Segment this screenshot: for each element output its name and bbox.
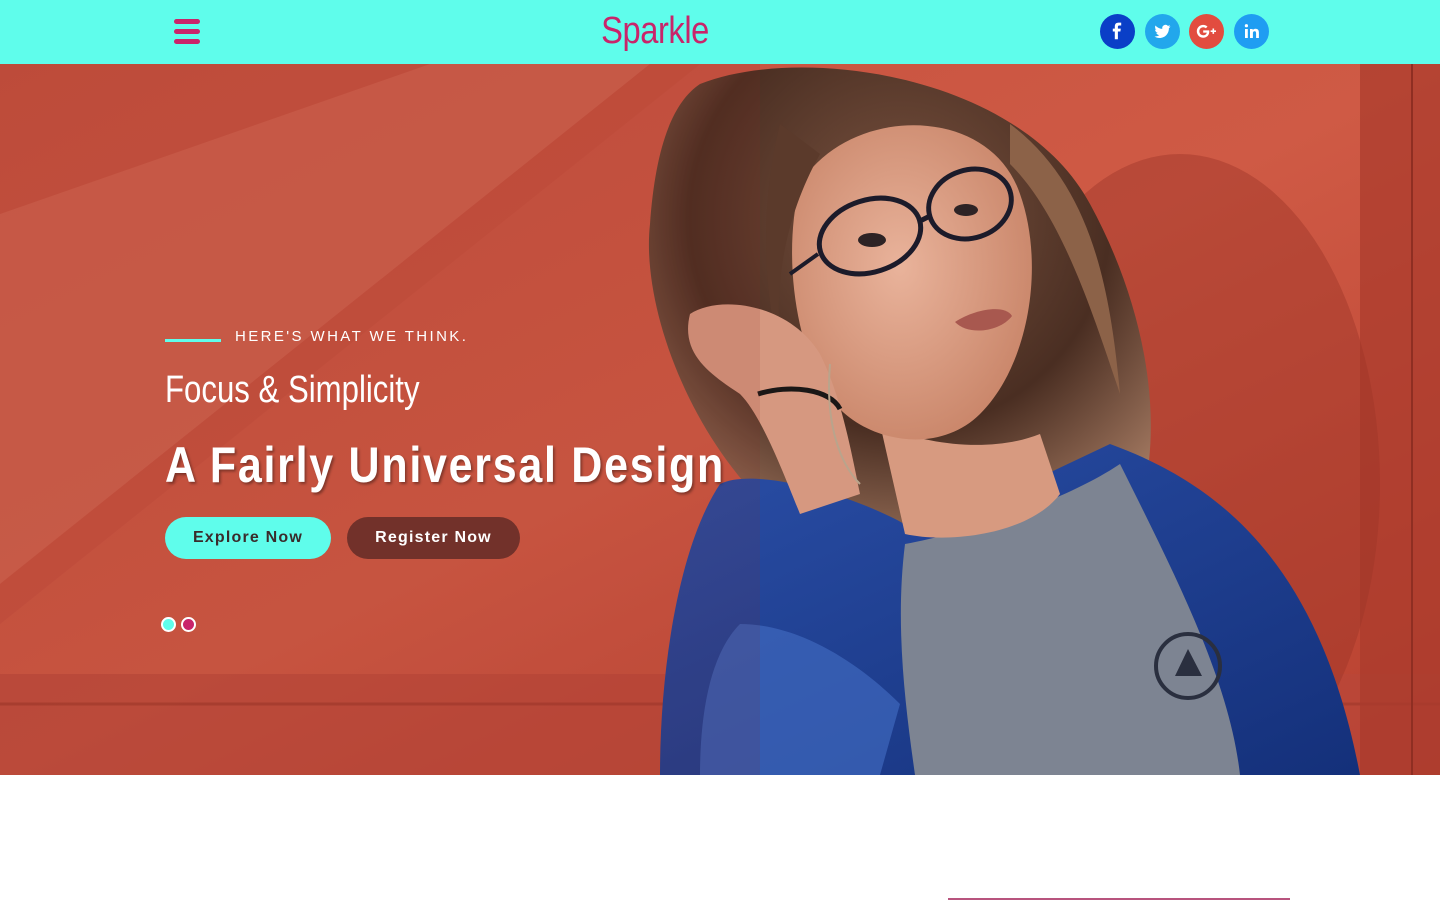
hero-background-image (0, 64, 1440, 775)
hero-slider: HERE'S WHAT WE THINK. Focus & Simplicity… (0, 64, 1440, 775)
hamburger-bar (174, 39, 200, 44)
hero-eyebrow: HERE'S WHAT WE THINK. (235, 328, 469, 345)
facebook-icon (1112, 22, 1122, 40)
explore-now-button[interactable]: Explore Now (165, 517, 331, 559)
twitter-button[interactable] (1145, 14, 1180, 49)
hamburger-menu-icon[interactable] (174, 19, 200, 44)
top-navbar: Sparkle (0, 0, 1440, 64)
site-logo[interactable]: Sparkle (569, 6, 741, 56)
hero-headline: A Fairly Universal Design (165, 437, 725, 493)
eyebrow-accent-line (165, 339, 221, 342)
linkedin-button[interactable] (1234, 14, 1269, 49)
google-plus-button[interactable] (1189, 14, 1224, 49)
twitter-icon (1154, 24, 1171, 38)
hero-subtitle: Focus & Simplicity (165, 369, 420, 411)
slider-dot-1[interactable] (161, 617, 176, 632)
hamburger-bar (174, 29, 200, 34)
google-plus-icon (1196, 24, 1216, 38)
linkedin-icon (1244, 24, 1259, 38)
slider-dot-2[interactable] (181, 617, 196, 632)
facebook-button[interactable] (1100, 14, 1135, 49)
hamburger-bar (174, 19, 200, 24)
register-now-button[interactable]: Register Now (347, 517, 520, 559)
